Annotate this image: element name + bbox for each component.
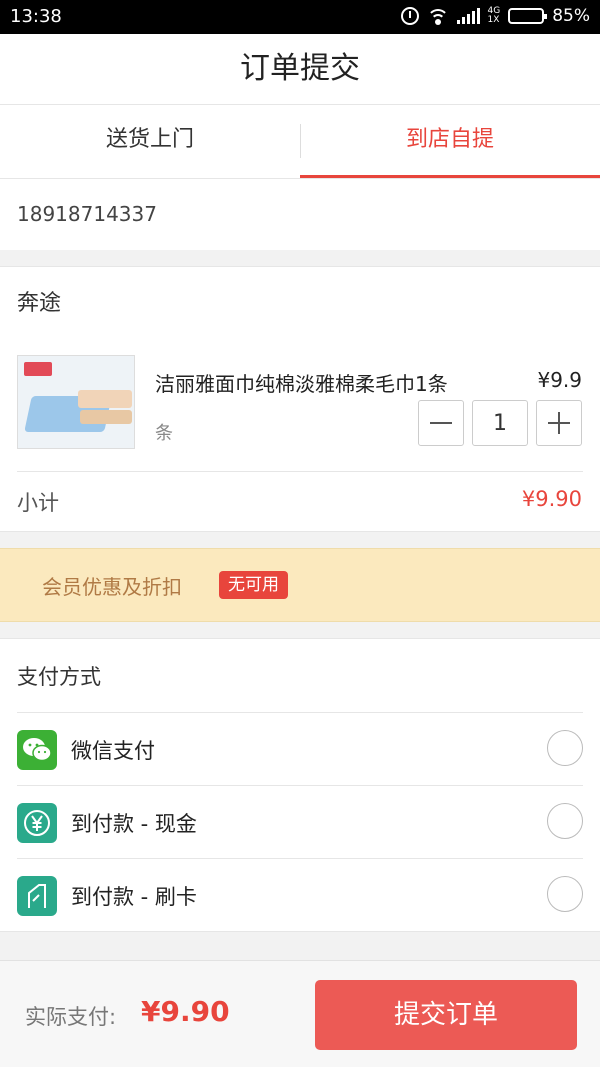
checkout-footer: 实际支付: ¥9.90 提交订单 bbox=[0, 960, 600, 1067]
cash-icon bbox=[17, 803, 57, 843]
radio-wechat[interactable] bbox=[547, 730, 583, 766]
quantity-stepper: 1 bbox=[418, 400, 582, 446]
subtotal-value: ¥9.90 bbox=[521, 487, 582, 511]
payment-title: 支付方式 bbox=[17, 665, 101, 689]
product-price: ¥9.9 bbox=[537, 368, 582, 392]
product-image[interactable] bbox=[17, 355, 135, 449]
radio-card[interactable] bbox=[547, 876, 583, 912]
signal-icon bbox=[456, 8, 480, 24]
product-unit: 条 bbox=[155, 423, 173, 444]
status-bar: 13:38 4G 1X 85% bbox=[0, 0, 600, 34]
battery-level: 85% bbox=[552, 6, 590, 26]
store-order-block: 奔途 洁丽雅面巾纯棉淡雅棉柔毛巾1条 ¥9.9 条 1 小计 ¥9.90 bbox=[0, 266, 600, 532]
battery-icon bbox=[508, 8, 548, 24]
quantity-field[interactable]: 1 bbox=[472, 400, 528, 446]
payment-label: 到付款 - 刷卡 bbox=[71, 885, 197, 909]
plus-icon bbox=[548, 412, 570, 434]
payment-methods: 支付方式 微信支付 到付款 - 现金 到付款 - 刷卡 bbox=[0, 638, 600, 932]
payment-option-cash[interactable]: 到付款 - 现金 bbox=[17, 785, 583, 858]
wifi-icon bbox=[426, 7, 449, 25]
payment-label: 微信支付 bbox=[71, 739, 155, 763]
card-icon bbox=[17, 876, 57, 916]
status-badge: 无可用 bbox=[219, 571, 288, 599]
subtotal-label: 小计 bbox=[17, 491, 59, 515]
member-discount-bar[interactable]: 会员优惠及折扣 无可用 bbox=[0, 548, 600, 622]
submit-order-button[interactable]: 提交订单 bbox=[315, 980, 577, 1050]
radio-cash[interactable] bbox=[547, 803, 583, 839]
status-icons: 4G 1X 85% bbox=[400, 6, 590, 26]
page-title: 订单提交 bbox=[0, 34, 600, 104]
tab-home-delivery[interactable]: 送货上门 bbox=[0, 105, 300, 178]
contact-phone[interactable]: 18918714337 bbox=[0, 178, 600, 250]
tab-store-pickup[interactable]: 到店自提 bbox=[300, 105, 600, 178]
total-label: 实际支付: bbox=[25, 1005, 117, 1029]
divider bbox=[17, 471, 583, 472]
wechat-icon bbox=[17, 730, 57, 770]
network-type: 4G 1X bbox=[487, 6, 501, 25]
product-name: 洁丽雅面巾纯棉淡雅棉柔毛巾1条 bbox=[155, 372, 448, 396]
store-name: 奔途 bbox=[17, 291, 62, 316]
minus-icon bbox=[430, 412, 452, 434]
tab-divider bbox=[300, 124, 301, 158]
alarm-icon bbox=[400, 7, 419, 25]
decrease-button[interactable] bbox=[418, 400, 464, 446]
payment-option-wechat[interactable]: 微信支付 bbox=[17, 712, 583, 785]
member-discount-label: 会员优惠及折扣 bbox=[42, 575, 182, 599]
payment-option-card[interactable]: 到付款 - 刷卡 bbox=[17, 858, 583, 931]
increase-button[interactable] bbox=[536, 400, 582, 446]
payment-label: 到付款 - 现金 bbox=[71, 812, 197, 836]
status-time: 13:38 bbox=[10, 6, 62, 27]
total-value: ¥9.90 bbox=[141, 995, 230, 1028]
